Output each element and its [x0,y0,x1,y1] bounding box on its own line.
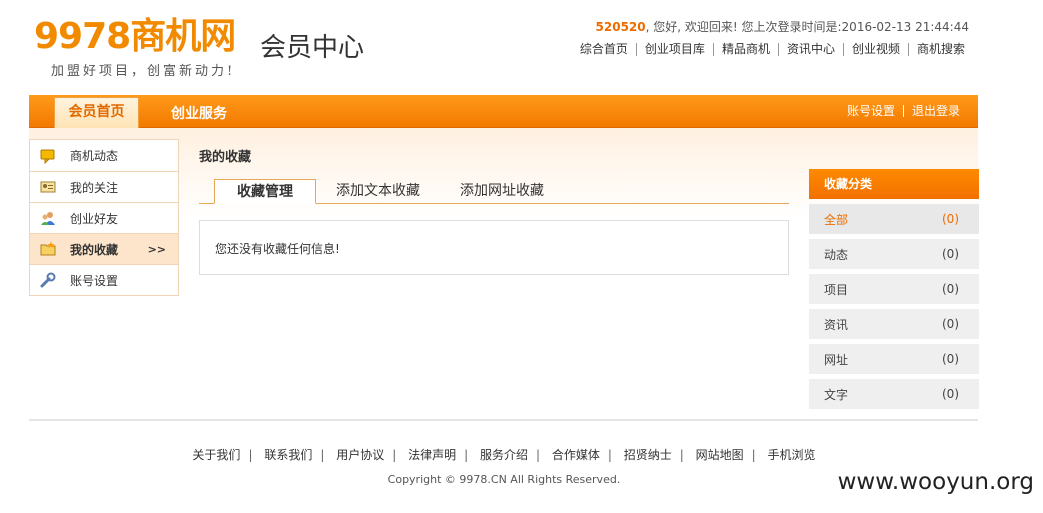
footer-link-media[interactable]: 合作媒体 [552,448,600,462]
footer-link-sitemap[interactable]: 网站地图 [696,448,744,462]
empty-favorites-box: 您还没有收藏任何信息! [199,220,789,275]
topnav-videos[interactable]: 创业视频 [842,43,908,56]
sidebar-item-favorites[interactable]: 我的收藏 >> [30,233,178,264]
footer-divider [29,419,978,421]
friends-icon [40,210,56,226]
id-card-icon [40,179,56,195]
category-item-text[interactable]: 文字 (0) [809,379,979,409]
footer-link-mobile[interactable]: 手机浏览 [768,448,816,462]
wrench-icon [40,272,56,288]
tab-business-service[interactable]: 创业服务 [171,103,227,123]
watermark: www.wooyun.org [837,469,1034,495]
category-count: (0) [942,212,959,226]
topnav-premium[interactable]: 精品商机 [712,43,778,56]
topnav-news[interactable]: 资讯中心 [777,43,843,56]
sidebar-item-label: 账号设置 [70,273,119,288]
category-count: (0) [942,282,959,296]
category-item-all[interactable]: 全部 (0) [809,204,979,234]
account-links: 账号设置 退出登录 [839,105,968,117]
footer-separator: | [248,448,253,462]
footer-link-contact[interactable]: 联系我们 [264,448,312,462]
footer-separator: | [607,448,612,462]
active-arrow-icon: >> [147,242,166,256]
empty-message: 您还没有收藏任何信息! [215,242,340,256]
footer-link-jobs[interactable]: 招贤纳士 [624,448,672,462]
footer-separator: | [536,448,541,462]
section-title: 我的收藏 [199,150,252,165]
category-count: (0) [942,387,959,401]
footer-link-about[interactable]: 关于我们 [192,448,240,462]
sidebar-item-following[interactable]: 我的关注 [30,171,178,202]
sidebar-item-label: 商机动态 [70,149,119,163]
category-item-news[interactable]: 资讯 (0) [809,309,979,339]
category-panel-title: 收藏分类 [809,169,979,199]
footer-link-services[interactable]: 服务介绍 [480,448,528,462]
sidebar: 商机动态 我的关注 创业好友 我的收藏 >> 账号设置 [29,139,179,296]
footer-separator: | [320,448,325,462]
category-item-feed[interactable]: 动态 (0) [809,239,979,269]
favorites-tabs: 收藏管理 添加文本收藏 添加网址收藏 [199,179,789,204]
sidebar-item-label: 我的关注 [70,180,119,195]
footer-separator: | [679,448,684,462]
category-count: (0) [942,352,959,366]
topnav-projects[interactable]: 创业项目库 [635,43,713,56]
category-label: 文字 [824,387,849,402]
category-panel: 收藏分类 全部 (0) 动态 (0) 项目 (0) 资讯 (0) 网址 (0) … [809,169,979,409]
sidebar-item-label: 创业好友 [70,211,119,226]
category-item-url[interactable]: 网址 (0) [809,344,979,374]
sidebar-item-label: 我的收藏 [70,242,119,257]
top-nav: 综合首页 创业项目库 精品商机 资讯中心 创业视频 商机搜索 [572,43,973,56]
site-logo[interactable]: 9978商机网 [34,16,236,58]
category-label: 资讯 [824,317,849,332]
category-label: 网址 [824,352,849,367]
username[interactable]: 520520 [596,20,646,34]
footer-links: 关于我们 | 联系我们 | 用户协议 | 法律声明 | 服务介绍 | 合作媒体 | 招贤纳士… [0,446,1008,463]
sidebar-item-friends[interactable]: 创业好友 [30,202,178,233]
tab-add-url-favorite[interactable]: 添加网址收藏 [460,179,544,204]
welcome-text: , 您好, 欢迎回来! 您上次登录时间是:2016-02-13 21:44:44 [645,20,969,34]
category-count: (0) [942,247,959,261]
footer-separator: | [751,448,756,462]
tab-add-text-favorite[interactable]: 添加文本收藏 [336,179,420,204]
account-settings-link[interactable]: 账号设置 [839,105,903,117]
topnav-search[interactable]: 商机搜索 [907,43,973,56]
welcome-message: 520520, 您好, 欢迎回来! 您上次登录时间是:2016-02-13 21… [596,18,969,35]
sidebar-item-business-feed[interactable]: 商机动态 [30,140,178,171]
speech-bubble-icon [40,148,56,164]
tab-manage-favorites[interactable]: 收藏管理 [214,179,316,204]
category-label: 全部 [824,212,849,227]
site-slogan: 加盟好项目，创富新动力! [51,64,236,79]
page-title: 会员中心 [260,33,365,63]
logo-text: 9978商机网 [34,16,236,57]
footer-separator: | [392,448,397,462]
tab-member-home[interactable]: 会员首页 [54,97,139,128]
topnav-home[interactable]: 综合首页 [572,43,636,56]
footer-link-terms[interactable]: 用户协议 [336,448,384,462]
footer-link-legal[interactable]: 法律声明 [408,448,456,462]
sidebar-item-account-settings[interactable]: 账号设置 [30,264,178,295]
folder-star-icon [40,241,56,257]
category-label: 动态 [824,247,849,262]
main-nav-bar: 会员首页 创业服务 账号设置 退出登录 [29,95,978,128]
category-label: 项目 [824,282,849,297]
category-count: (0) [942,317,959,331]
category-item-project[interactable]: 项目 (0) [809,274,979,304]
footer-separator: | [464,448,469,462]
logout-link[interactable]: 退出登录 [902,105,968,117]
